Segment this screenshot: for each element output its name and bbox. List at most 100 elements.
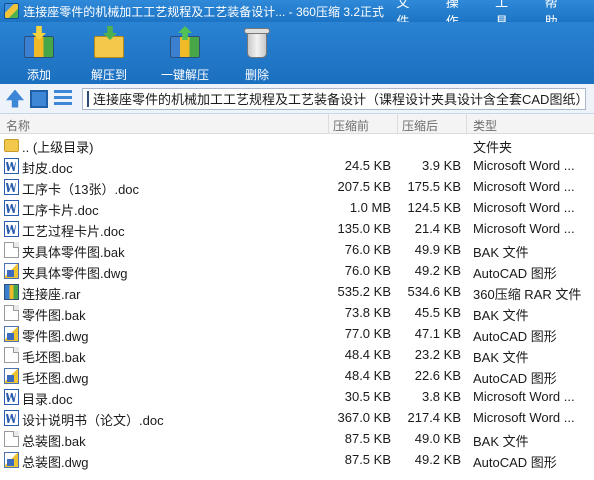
file-packed-size: 45.5 KB: [414, 305, 461, 320]
column-size-header[interactable]: 压缩前: [333, 117, 369, 134]
file-size: 207.5 KB: [337, 179, 392, 194]
extract-to-button[interactable]: 解压到: [78, 22, 140, 84]
file-packed-size: 49.2 KB: [414, 452, 461, 467]
view-list-icon[interactable]: [54, 89, 72, 108]
file-name: 夹具体零件图.bak: [22, 245, 125, 260]
archive-icon: [87, 90, 89, 107]
file-type: BAK 文件: [473, 245, 529, 260]
bak-file-icon: [4, 242, 19, 258]
file-name: 夹具体零件图.dwg: [22, 266, 128, 281]
extract-folder-icon: [92, 26, 126, 60]
word-doc-icon: [4, 389, 19, 405]
toolbar: 添加 解压到 一键解压 删除: [0, 22, 594, 84]
file-type: AutoCAD 图形: [473, 266, 557, 281]
column-header: 名称 压缩前 压缩后 类型: [0, 114, 594, 134]
up-arrow-icon[interactable]: [6, 89, 24, 108]
file-row[interactable]: 夹具体零件图.dwg 76.0 KB 49.2 KB AutoCAD 图形: [0, 260, 594, 281]
file-packed-size: 534.6 KB: [407, 284, 462, 299]
file-row[interactable]: 工序卡（13张）.doc 207.5 KB 175.5 KB Microsoft…: [0, 176, 594, 197]
one-click-extract-icon: [168, 26, 202, 60]
folder-icon: [4, 139, 19, 152]
window-title: 连接座零件的机械加工工艺规程及工艺装备设计... - 360压缩 3.2正式版: [23, 4, 385, 19]
file-row[interactable]: 总装图.dwg 87.5 KB 49.2 KB AutoCAD 图形: [0, 449, 594, 470]
column-divider[interactable]: [328, 114, 329, 134]
bak-file-icon: [4, 431, 19, 447]
file-row[interactable]: 连接座.rar 535.2 KB 534.6 KB 360压缩 RAR 文件: [0, 281, 594, 302]
column-packed-header[interactable]: 压缩后: [402, 117, 438, 134]
file-size: 48.4 KB: [344, 368, 391, 383]
file-name: 毛坯图.bak: [22, 350, 86, 365]
add-button-label: 添加: [26, 68, 51, 82]
file-size: 76.0 KB: [344, 263, 391, 278]
column-name-header[interactable]: 名称: [6, 117, 30, 134]
file-name: 零件图.bak: [22, 308, 86, 323]
delete-button[interactable]: 删除: [226, 22, 288, 84]
file-name: 设计说明书（论文）.doc: [22, 413, 164, 428]
bak-file-icon: [4, 347, 19, 363]
file-row[interactable]: 夹具体零件图.bak 76.0 KB 49.9 KB BAK 文件: [0, 239, 594, 260]
file-row[interactable]: 目录.doc 30.5 KB 3.8 KB Microsoft Word ...: [0, 386, 594, 407]
file-row[interactable]: 工序卡片.doc 1.0 MB 124.5 KB Microsoft Word …: [0, 197, 594, 218]
address-bar: 连接座零件的机械加工工艺规程及工艺装备设计（课程设计夹具设计含全套CAD图纸）.…: [0, 84, 594, 114]
file-row[interactable]: 毛坯图.bak 48.4 KB 23.2 KB BAK 文件: [0, 344, 594, 365]
file-name: 零件图.dwg: [22, 329, 89, 344]
word-doc-icon: [4, 158, 19, 174]
file-row[interactable]: 设计说明书（论文）.doc 367.0 KB 217.4 KB Microsof…: [0, 407, 594, 428]
autocad-dwg-icon: [4, 452, 19, 468]
file-packed-size: 49.0 KB: [414, 431, 461, 446]
file-type: AutoCAD 图形: [473, 371, 557, 386]
file-row[interactable]: 毛坯图.dwg 48.4 KB 22.6 KB AutoCAD 图形: [0, 365, 594, 386]
file-list: .. (上级目录) 文件夹 封皮.doc 24.5 KB 3.9 KB Micr…: [0, 134, 594, 470]
title-bar: 连接座零件的机械加工工艺规程及工艺装备设计... - 360压缩 3.2正式版 …: [0, 0, 594, 29]
word-doc-icon: [4, 410, 19, 426]
file-name: 封皮.doc: [22, 161, 73, 176]
file-size: 87.5 KB: [344, 431, 391, 446]
file-type: Microsoft Word ...: [473, 179, 575, 194]
word-doc-icon: [4, 221, 19, 237]
file-row[interactable]: 封皮.doc 24.5 KB 3.9 KB Microsoft Word ...: [0, 155, 594, 176]
file-type: Microsoft Word ...: [473, 389, 575, 404]
word-doc-icon: [4, 179, 19, 195]
file-size: 30.5 KB: [344, 389, 391, 404]
file-name: 工艺过程卡片.doc: [22, 224, 125, 239]
file-row[interactable]: .. (上级目录) 文件夹: [0, 134, 594, 155]
add-button[interactable]: 添加: [8, 22, 70, 84]
file-row[interactable]: 工艺过程卡片.doc 135.0 KB 21.4 KB Microsoft Wo…: [0, 218, 594, 239]
file-type: BAK 文件: [473, 434, 529, 449]
file-size: 24.5 KB: [344, 158, 391, 173]
file-name: 工序卡（13张）.doc: [22, 182, 140, 197]
one-click-extract-button-label: 一键解压: [160, 68, 209, 82]
file-size: 73.8 KB: [344, 305, 391, 320]
file-type: BAK 文件: [473, 350, 529, 365]
file-packed-size: 49.9 KB: [414, 242, 461, 257]
file-row[interactable]: 零件图.bak 73.8 KB 45.5 KB BAK 文件: [0, 302, 594, 323]
autocad-dwg-icon: [4, 368, 19, 384]
column-type-header[interactable]: 类型: [473, 117, 497, 134]
file-packed-size: 124.5 KB: [407, 200, 462, 215]
file-size: 535.2 KB: [337, 284, 392, 299]
autocad-dwg-icon: [4, 263, 19, 279]
column-divider[interactable]: [397, 114, 398, 134]
trash-icon: [240, 26, 274, 60]
file-type: AutoCAD 图形: [473, 455, 557, 470]
file-type: Microsoft Word ...: [473, 221, 575, 236]
file-size: 48.4 KB: [344, 347, 391, 362]
file-type: AutoCAD 图形: [473, 329, 557, 344]
file-packed-size: 23.2 KB: [414, 347, 461, 362]
file-name: 总装图.bak: [22, 434, 86, 449]
file-packed-size: 49.2 KB: [414, 263, 461, 278]
delete-button-label: 删除: [244, 68, 269, 82]
file-packed-size: 3.8 KB: [421, 389, 461, 404]
file-size: 367.0 KB: [337, 410, 392, 425]
bak-file-icon: [4, 305, 19, 321]
file-packed-size: 175.5 KB: [407, 179, 462, 194]
file-type: Microsoft Word ...: [473, 158, 575, 173]
file-name: .. (上级目录): [22, 140, 94, 155]
file-size: 87.5 KB: [344, 452, 391, 467]
view-thumbnail-icon[interactable]: [30, 89, 48, 108]
file-row[interactable]: 总装图.bak 87.5 KB 49.0 KB BAK 文件: [0, 428, 594, 449]
file-row[interactable]: 零件图.dwg 77.0 KB 47.1 KB AutoCAD 图形: [0, 323, 594, 344]
address-field[interactable]: 连接座零件的机械加工工艺规程及工艺装备设计（课程设计夹具设计含全套CAD图纸）.…: [82, 87, 586, 110]
column-divider[interactable]: [466, 114, 467, 134]
one-click-extract-button[interactable]: 一键解压: [148, 22, 222, 84]
